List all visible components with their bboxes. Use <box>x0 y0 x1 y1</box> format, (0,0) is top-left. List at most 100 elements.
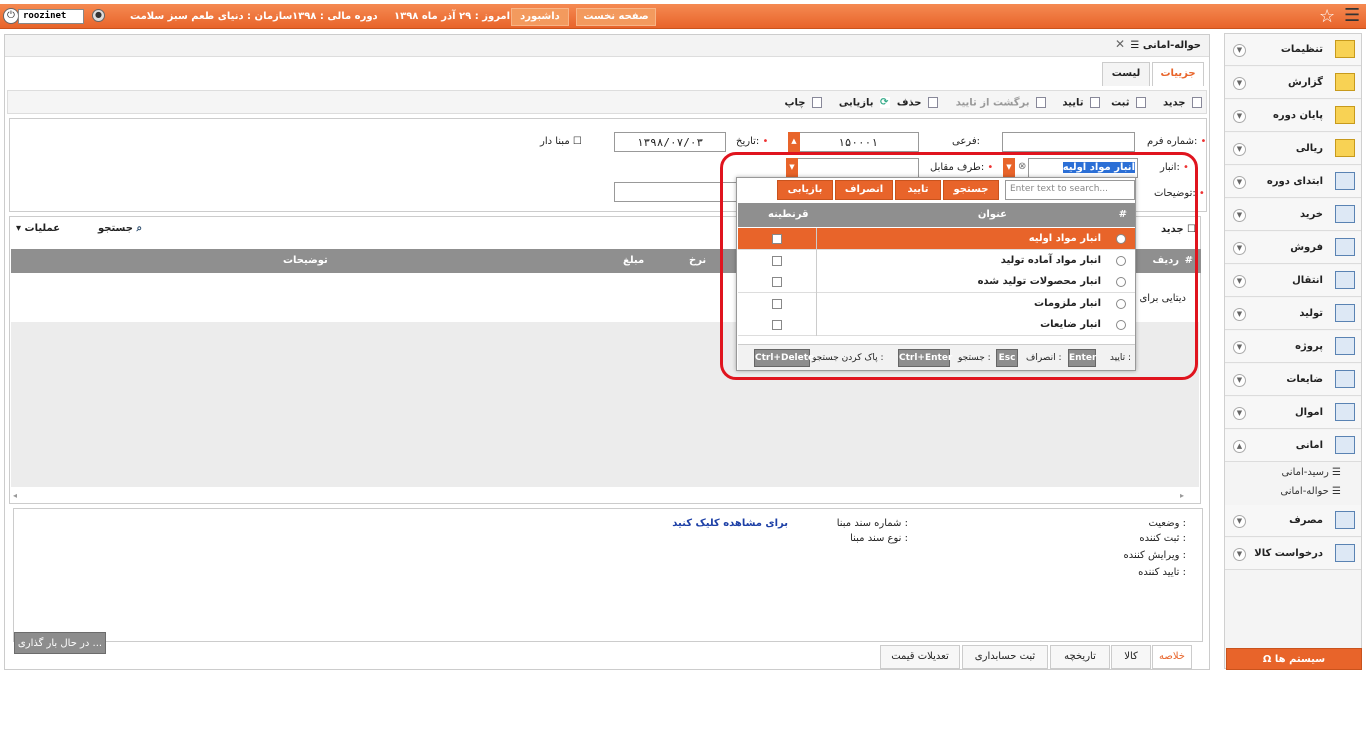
settings-folder-icon <box>1335 40 1355 58</box>
chevron-icon[interactable]: ▼ <box>1233 341 1246 354</box>
delete-icon <box>928 97 938 108</box>
star-icon[interactable]: ☆ <box>1319 6 1335 27</box>
chevron-icon[interactable]: ▼ <box>1233 407 1246 420</box>
sidebar-item[interactable]: انتقال ▼ <box>1225 265 1361 297</box>
grid-icon <box>1335 403 1355 421</box>
save-button[interactable]: ثبت <box>1111 97 1146 109</box>
view-link[interactable]: برای مشاهده کلیک کنید <box>672 518 788 529</box>
tab-price-adjust[interactable]: تعدیلات قیمت <box>880 645 960 669</box>
chevron-icon[interactable]: ▼ <box>1233 515 1246 528</box>
period-end-icon <box>1335 106 1355 124</box>
menu-icon[interactable]: ☰ <box>1344 5 1360 26</box>
chevron-icon[interactable]: ▲ <box>1233 440 1246 453</box>
sidebar-item[interactable]: گزارش ▼ <box>1225 67 1361 99</box>
sidebar-item-label: تولید <box>1299 308 1323 319</box>
tab-details[interactable]: جزییات <box>1152 62 1204 86</box>
highlight-frame <box>720 152 1198 380</box>
sidebar-item-label: ضایعات <box>1286 374 1323 385</box>
sub-input[interactable]: ۱۵۰۰۰۱ <box>797 132 919 152</box>
grid-icon <box>1335 370 1355 388</box>
systems-label: سیستم ها <box>1274 654 1326 665</box>
new-button[interactable]: جدید <box>1163 97 1202 109</box>
col-amount: مبلغ <box>623 255 645 266</box>
power-icon[interactable]: ⏻ <box>3 8 19 24</box>
chevron-icon[interactable]: ▼ <box>1233 77 1246 90</box>
sidebar-item-label: پروژه <box>1295 341 1323 352</box>
chevron-icon[interactable]: ▼ <box>1233 308 1246 321</box>
tab-goods[interactable]: کالا <box>1111 645 1151 669</box>
date-input[interactable]: ۱۳۹۸/۰۷/۰۳ <box>614 132 726 152</box>
dashboard-button[interactable]: داشبورد <box>511 8 569 26</box>
chevron-icon[interactable]: ▼ <box>1233 176 1246 189</box>
username-box: roozinet <box>18 9 84 24</box>
creator-label: ثبت کننده : <box>1139 533 1186 544</box>
close-icon[interactable]: ✕ <box>1115 37 1125 51</box>
tab-list[interactable]: لیست <box>1102 62 1150 86</box>
chevron-icon[interactable]: ▼ <box>1233 143 1246 156</box>
approver-label: تایید کننده : <box>1138 567 1186 578</box>
sidebar-item[interactable]: امانی ▲ <box>1225 430 1361 462</box>
print-icon <box>812 97 822 108</box>
sidebar-item[interactable]: ابتدای دوره ▼ <box>1225 166 1361 198</box>
systems-button[interactable]: Ω سیستم ها <box>1226 648 1362 670</box>
sidebar-item-label: امانی <box>1295 440 1323 451</box>
sidebar-subitem[interactable]: حواله-امانی ☰ <box>1280 486 1341 497</box>
sidebar-item[interactable]: مصرف ▼ <box>1225 505 1361 537</box>
report-icon <box>1335 73 1355 91</box>
chevron-icon[interactable]: ▼ <box>1233 548 1246 561</box>
sidebar-item-label: ریالی <box>1295 143 1323 154</box>
scroll-right-icon[interactable]: ▸ <box>1180 491 1184 500</box>
based-checkbox[interactable]: مبنا دار ☐ <box>540 136 582 147</box>
sidebar-item-label: خرید <box>1300 209 1323 220</box>
list-icon: ☰ <box>1332 467 1341 478</box>
sidebar-item[interactable]: پایان دوره ▼ <box>1225 100 1361 132</box>
sidebar-item[interactable]: ریالی ▼ <box>1225 133 1361 165</box>
back-from-confirm-button[interactable]: برگشت از تایید <box>956 97 1046 109</box>
sidebar-item[interactable]: پروژه ▼ <box>1225 331 1361 363</box>
sidebar-item-label: درخواست کالا <box>1254 548 1323 559</box>
date-label: تاریخ: • <box>736 136 769 147</box>
grid-icon <box>1335 238 1355 256</box>
grid-icon <box>1335 304 1355 322</box>
print-button[interactable]: چاپ <box>785 97 822 109</box>
window-titlebar: ☰ حواله-امانی ✕ <box>5 35 1209 57</box>
sidebar-item-label: گزارش <box>1287 77 1323 88</box>
sub-label: فرعی: <box>952 136 980 147</box>
sidebar-item[interactable]: تنظیمات ▼ <box>1225 34 1361 66</box>
reload-button[interactable]: بازیابی ⟳ <box>839 97 890 109</box>
chevron-icon[interactable]: ▼ <box>1233 110 1246 123</box>
sidebar-subitem[interactable]: رسید-امانی ☰ <box>1281 467 1341 478</box>
sidebar-item[interactable]: ضایعات ▼ <box>1225 364 1361 396</box>
scroll-left-icon[interactable]: ◂ <box>13 491 17 500</box>
source-type-label: نوع سند مبنا : <box>850 533 908 544</box>
grid-icon <box>1335 205 1355 223</box>
grid-ops-menu[interactable]: ▾ عملیات <box>16 223 60 234</box>
tab-summary[interactable]: خلاصه <box>1152 645 1192 669</box>
chevron-icon[interactable]: ▼ <box>1233 209 1246 222</box>
sidebar-item[interactable]: درخواست کالا ▼ <box>1225 538 1361 570</box>
refresh-icon: ⟳ <box>880 97 890 108</box>
sidebar-item[interactable]: تولید ▼ <box>1225 298 1361 330</box>
chevron-icon[interactable]: ▼ <box>1233 275 1246 288</box>
chevron-icon[interactable]: ▼ <box>1233 374 1246 387</box>
loading-indicator: در حال بار گذاری ... <box>14 632 106 654</box>
sidebar-item[interactable]: اموال ▼ <box>1225 397 1361 429</box>
plus-icon <box>1335 544 1355 562</box>
sidebar-item[interactable]: خرید ▼ <box>1225 199 1361 231</box>
chevron-icon[interactable]: ▼ <box>1233 242 1246 255</box>
form-no-input[interactable] <box>1002 132 1135 152</box>
fiscal-period: دوره مالی : ۱۳۹۸ <box>292 11 378 22</box>
search-icon: ⌕ <box>136 223 143 234</box>
home-button[interactable]: صفحه نخست <box>576 8 656 26</box>
confirm-button[interactable]: تایید <box>1062 97 1100 109</box>
delete-button[interactable]: حذف <box>897 97 938 109</box>
grid-search-button[interactable]: جستجو ⌕ <box>98 223 142 234</box>
sidebar-item-label: اموال <box>1295 407 1323 418</box>
chevron-icon[interactable]: ▼ <box>1233 44 1246 57</box>
tab-accounting[interactable]: ثبت حسابداری <box>962 645 1048 669</box>
tab-history[interactable]: تاریخچه <box>1050 645 1110 669</box>
settings-dot-icon[interactable]: ● <box>92 9 105 22</box>
sidebar-item[interactable]: فروش ▼ <box>1225 232 1361 264</box>
sub-stepper[interactable]: ▲ <box>788 132 800 152</box>
save-icon <box>1136 97 1146 108</box>
